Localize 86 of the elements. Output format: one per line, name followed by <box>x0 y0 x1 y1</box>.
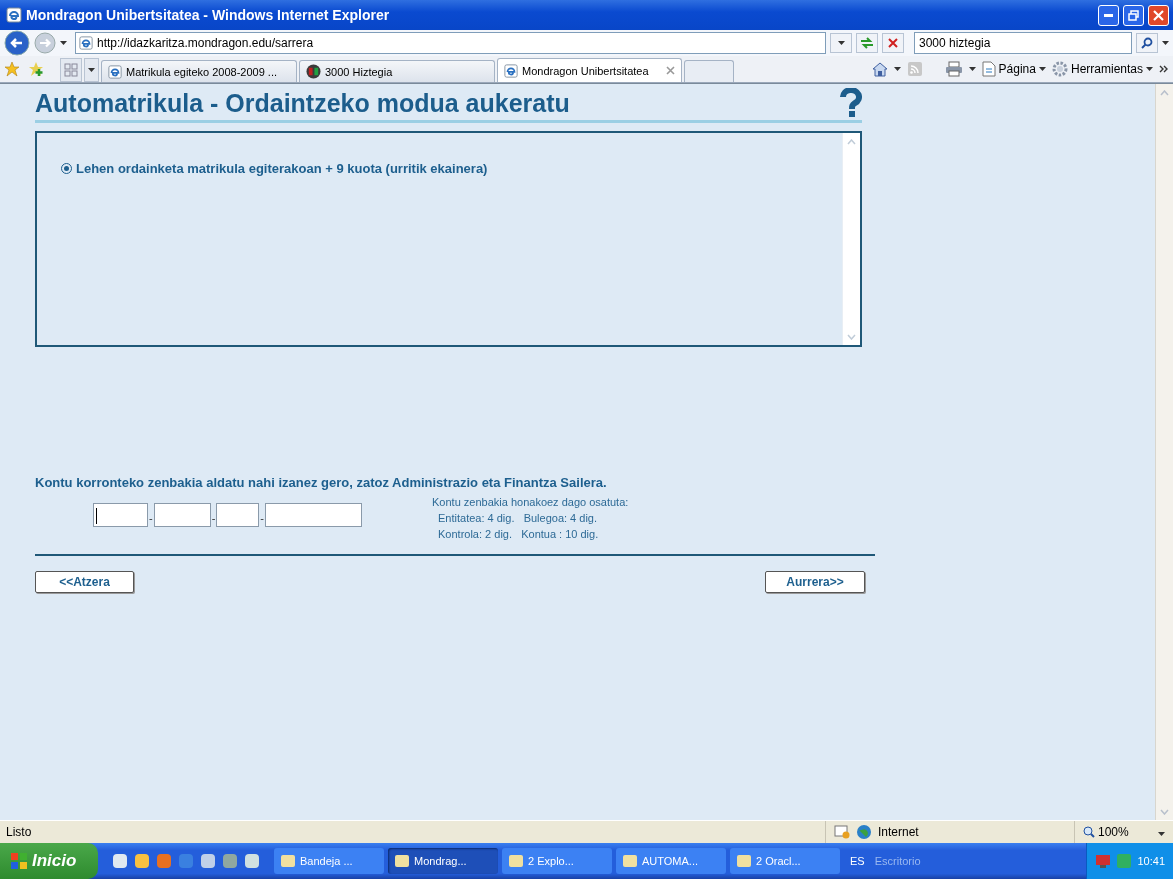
tray-icon[interactable] <box>1095 853 1112 869</box>
tab-list-button[interactable] <box>84 58 99 82</box>
radio-option[interactable]: Lehen ordainketa matrikula egiterakoan + 9 kuota (urritik ekainera) <box>61 161 488 176</box>
search-options-caret-icon[interactable] <box>1162 41 1169 45</box>
browser-icon <box>108 64 122 79</box>
info-text: Kontrola: 2 dig. Kontua : 10 dig. <box>437 528 600 540</box>
browser-tab[interactable]: Matrikula egiteko 2008-2009 ... <box>101 60 297 82</box>
help-icon[interactable] <box>840 88 862 118</box>
close-icon <box>1153 9 1164 21</box>
taskbar-button[interactable]: 2 Explo... <box>502 848 612 874</box>
status-text: Listo <box>5 825 33 839</box>
quick-launch-icon[interactable] <box>200 853 216 869</box>
home-caret-icon[interactable] <box>893 67 901 71</box>
close-tab-icon[interactable] <box>666 66 675 75</box>
app-icon <box>736 853 752 869</box>
separator-text: - <box>148 511 154 524</box>
close-button[interactable] <box>1148 4 1169 26</box>
info-text: Kontu zenbakia honakoez dago osatuta: <box>432 496 629 508</box>
windows-logo-icon <box>10 852 28 870</box>
app-icon <box>508 853 524 869</box>
search-icon <box>1141 37 1153 49</box>
start-button[interactable]: Inicio <box>0 843 98 879</box>
stop-icon <box>888 38 898 48</box>
next-button[interactable]: Aurrera>> <box>765 571 865 593</box>
address-dropdown-button[interactable] <box>830 33 852 53</box>
account-field[interactable] <box>216 503 260 527</box>
language-indicator[interactable]: ES <box>844 855 871 867</box>
stop-button[interactable] <box>882 33 904 53</box>
history-caret-icon[interactable] <box>60 41 67 45</box>
taskbar-button[interactable]: Bandeja ... <box>274 848 384 874</box>
globe-icon <box>856 824 872 840</box>
refresh-button[interactable] <box>856 33 878 53</box>
browser-icon <box>504 63 518 78</box>
page-icon <box>981 61 996 77</box>
refresh-icon <box>860 37 874 49</box>
star-icon[interactable] <box>4 61 20 77</box>
caret-icon[interactable] <box>1158 832 1165 836</box>
quick-launch-icon[interactable] <box>134 853 150 869</box>
account-field[interactable] <box>265 503 362 527</box>
search-button[interactable] <box>1136 33 1158 53</box>
restore-button[interactable] <box>1123 4 1144 26</box>
quick-launch-icon[interactable] <box>244 853 260 869</box>
clock: 10:41 <box>1137 855 1165 867</box>
tools-menu[interactable]: Herramientas <box>1051 61 1153 77</box>
gear-icon <box>1051 61 1068 77</box>
quick-launch-icon[interactable] <box>222 853 238 869</box>
caret-icon[interactable] <box>1038 67 1046 71</box>
address-field[interactable]: http://idazkaritza.mondragon.edu/sarrera <box>75 32 826 54</box>
chevron-icon[interactable] <box>1159 65 1169 73</box>
print-caret-icon[interactable] <box>968 67 976 71</box>
page-menu[interactable]: Página <box>981 61 1046 77</box>
account-field[interactable] <box>93 503 148 527</box>
caret-icon[interactable] <box>1146 67 1153 71</box>
browser-icon <box>79 36 93 50</box>
printer-icon[interactable] <box>944 61 963 77</box>
separator-text: - <box>210 511 217 524</box>
browser-tab[interactable]: 3000 Hiztegia <box>299 60 495 82</box>
account-field[interactable] <box>153 503 211 527</box>
warning-icon[interactable] <box>834 825 850 839</box>
notice-text: Kontu korronteko zenbakia aldatu nahi izanez gero, zatoz Administrazio eta Finantza Sailera. <box>35 475 608 490</box>
book-icon <box>306 64 321 79</box>
back-icon[interactable] <box>4 30 30 56</box>
taskbar-button[interactable]: 2 Oracl... <box>730 848 840 874</box>
app-icon <box>394 853 410 869</box>
browser-tab[interactable]: Mondragon Unibertsitatea <box>497 58 682 82</box>
taskbar-button[interactable]: Mondrag... <box>388 848 498 874</box>
page-heading: Automatrikula - Ordaintzeko modua aukeratu <box>35 88 571 118</box>
zone-text: Internet <box>878 825 919 839</box>
home-icon[interactable] <box>871 61 888 77</box>
minimize-button[interactable] <box>1098 4 1119 26</box>
info-text: Entitatea: 4 dig. Bulegoa: 4 dig. <box>437 512 599 524</box>
browser-icon <box>6 7 22 23</box>
window-title: Mondragon Unibertsitatea - Windows Internet Explorer <box>26 7 391 23</box>
caret-icon[interactable] <box>837 41 845 45</box>
minimize-icon <box>1104 13 1113 17</box>
search-field[interactable]: 3000 hiztegia <box>914 32 1132 54</box>
back-button[interactable]: <<Atzera <box>35 571 134 593</box>
taskbar-button[interactable]: AUTOMA... <box>616 848 726 874</box>
restore-icon <box>1128 9 1139 21</box>
app-icon <box>280 853 296 869</box>
quick-launch-icon[interactable] <box>112 853 128 869</box>
add-favorite-icon[interactable] <box>28 61 44 77</box>
app-icon <box>622 853 638 869</box>
zoom-icon <box>1083 826 1095 838</box>
caret-icon[interactable] <box>88 68 95 72</box>
separator-text: - <box>259 511 265 524</box>
